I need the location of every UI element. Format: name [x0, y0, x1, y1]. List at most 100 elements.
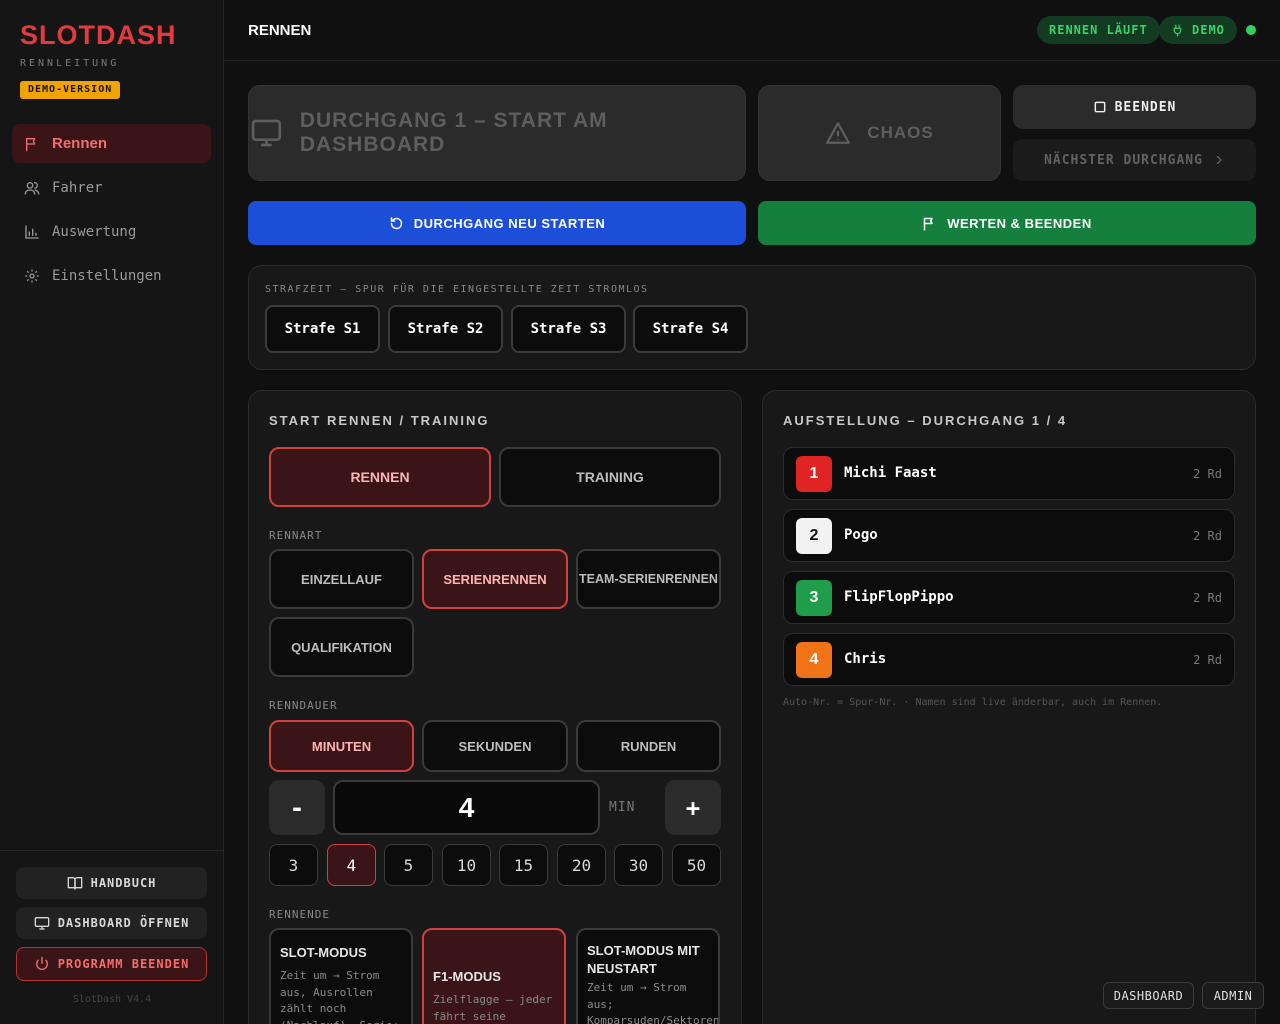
chaos-button[interactable]: CHAOS	[758, 85, 1001, 181]
power-icon	[35, 956, 48, 970]
open-dashboard-label: DASHBOARD ÖFFNEN	[57, 916, 190, 930]
sidebar-item-label: Fahrer	[52, 179, 103, 196]
sidebar-divider	[0, 850, 224, 851]
end-mode-description: Zeit um → Strom aus, Ausrollen zählt noc…	[280, 969, 399, 1024]
lineup-row[interactable]: 3 FlipFlopPippo 2 Rd	[783, 571, 1235, 624]
driver-laps: 2 Rd	[1193, 653, 1222, 667]
topbar: RENNEN RENNEN LÄUFT DEMO	[224, 0, 1280, 61]
next-heat-button[interactable]: NÄCHSTER DURCHGANG	[1013, 139, 1256, 181]
type-race-option[interactable]: RENNEN	[269, 447, 491, 507]
race-status-label: RENNEN LÄUFT	[1049, 23, 1148, 37]
penalty-s4-button[interactable]: Strafe S4	[633, 305, 748, 353]
lineup-row[interactable]: 1 Michi Faast 2 Rd	[783, 447, 1235, 500]
open-dashboard-button[interactable]: DASHBOARD ÖFFNEN	[16, 907, 207, 939]
end-mode-slot-restart-card[interactable]: SLOT-MODUS MIT NEUSTART Zeit um → Strom …	[576, 928, 720, 1024]
brand-logo: SLOTDASH	[20, 20, 177, 50]
warning-icon	[826, 122, 851, 144]
race-kind-single-option[interactable]: EINZELLAUF	[269, 549, 414, 609]
flag-icon	[26, 137, 36, 151]
preset-button[interactable]: 30	[614, 844, 663, 886]
stop-icon	[1094, 101, 1105, 113]
duration-minutes-option[interactable]: MINUTEN	[269, 720, 414, 772]
flag-icon	[923, 217, 933, 230]
start-at-dashboard-label: DURCHGANG 1 – START AM DASHBOARD	[299, 109, 608, 156]
preset-button[interactable]: 5	[384, 844, 433, 886]
restart-icon	[390, 216, 402, 229]
lane-number-badge: 3	[796, 580, 832, 616]
race-kind-team-series-option[interactable]: TEAM-SERIENRENNEN	[576, 549, 721, 609]
penalty-s2-button[interactable]: Strafe S2	[388, 305, 503, 353]
duration-value-input[interactable]: 4	[333, 780, 600, 835]
start-at-dashboard-button[interactable]: DURCHGANG 1 – START AM DASHBOARD	[248, 85, 746, 181]
chaos-label: CHAOS	[867, 123, 934, 142]
race-status-badge: RENNEN LÄUFT	[1037, 16, 1160, 44]
driver-laps: 2 Rd	[1193, 467, 1222, 481]
driver-laps: 2 Rd	[1193, 591, 1222, 605]
lineup-title: AUFSTELLUNG – DURCHGANG 1 / 4	[783, 413, 1068, 428]
penalty-label: STRAFZEIT – SPUR FÜR DIE EINGESTELLTE ZE…	[265, 284, 649, 295]
score-and-end-button[interactable]: WERTEN & BEENDEN	[758, 201, 1256, 245]
driver-name[interactable]: Chris	[844, 651, 886, 667]
driver-name[interactable]: FlipFlopPippo	[844, 589, 954, 605]
preset-button[interactable]: 50	[672, 844, 721, 886]
sidebar-nav: Rennen Fahrer Auswertung Einstellungen	[12, 124, 211, 300]
restart-heat-button[interactable]: DURCHGANG NEU STARTEN	[248, 201, 746, 245]
demo-mode-badge: DEMO	[1159, 16, 1237, 44]
sidebar-item-label: Auswertung	[52, 223, 137, 240]
bar-chart-icon	[25, 224, 39, 239]
lane-number-badge: 2	[796, 518, 832, 554]
race-kind-series-option[interactable]: SERIENRENNEN	[422, 549, 568, 609]
end-label: BEENDEN	[1114, 99, 1177, 115]
sidebar-item-rennen[interactable]: Rennen	[12, 124, 211, 163]
plug-icon	[1173, 23, 1182, 37]
driver-name[interactable]: Michi Faast	[844, 465, 937, 481]
end-button[interactable]: BEENDEN	[1013, 85, 1256, 129]
footer-admin-button[interactable]: ADMIN	[1202, 982, 1264, 1009]
chevron-right-icon	[1216, 155, 1222, 165]
end-mode-description: Zielflagge – jeder fährt seine	[433, 993, 553, 1023]
driver-name[interactable]: Pogo	[844, 527, 878, 543]
race-kind-label: RENNART	[269, 529, 323, 542]
quit-program-button[interactable]: PROGRAMM BEENDEN	[16, 947, 207, 981]
race-kind-qualification-option[interactable]: QUALIFIKATION	[269, 617, 414, 677]
monitor-icon	[34, 917, 50, 930]
footer-dashboard-button[interactable]: DASHBOARD	[1103, 982, 1194, 1009]
end-mode-slot-card[interactable]: SLOT-MODUS Zeit um → Strom aus, Ausrolle…	[269, 928, 413, 1024]
users-icon	[24, 181, 40, 195]
book-icon	[67, 877, 82, 890]
page-title: RENNEN	[248, 22, 312, 39]
preset-button[interactable]: 3	[269, 844, 318, 886]
end-mode-description: Zeit um → Strom aus; Komparsuden/Sektore…	[587, 981, 720, 1024]
duration-laps-option[interactable]: RUNDEN	[576, 720, 721, 772]
manual-label: HANDBUCH	[90, 876, 157, 890]
type-training-option[interactable]: TRAINING	[499, 447, 721, 507]
start-panel-title: START RENNEN / TRAINING	[269, 413, 490, 428]
end-mode-f1-card[interactable]: F1-MODUS Zielflagge – jeder fährt seine	[422, 928, 566, 1024]
quit-program-label: PROGRAMM BEENDEN	[57, 957, 190, 971]
lineup-note: Auto-Nr. = Spur-Nr. · Namen sind live än…	[783, 697, 1163, 708]
lane-number-badge: 1	[796, 456, 832, 492]
sidebar-item-einstellungen[interactable]: Einstellungen	[12, 256, 211, 295]
end-mode-title: SLOT-MODUS MIT NEUSTART	[587, 943, 700, 976]
demo-mode-label: DEMO	[1192, 23, 1225, 37]
next-heat-label: NÄCHSTER DURCHGANG	[1044, 152, 1203, 168]
lineup-row[interactable]: 4 Chris 2 Rd	[783, 633, 1235, 686]
brand-subtitle: RENNLEITUNG	[20, 58, 120, 69]
penalty-s3-button[interactable]: Strafe S3	[511, 305, 626, 353]
demo-badge: DEMO-VERSION	[20, 81, 121, 99]
sidebar: SLOTDASH RENNLEITUNG DEMO-VERSION Rennen…	[0, 0, 224, 1024]
preset-button[interactable]: 15	[499, 844, 548, 886]
lineup-row[interactable]: 2 Pogo 2 Rd	[783, 509, 1235, 562]
duration-decrement-button[interactable]: -	[269, 780, 325, 835]
sidebar-item-fahrer[interactable]: Fahrer	[12, 168, 211, 207]
manual-button[interactable]: HANDBUCH	[16, 867, 207, 899]
sidebar-item-auswertung[interactable]: Auswertung	[12, 212, 211, 251]
preset-button[interactable]: 20	[557, 844, 606, 886]
end-mode-title: F1-MODUS	[433, 969, 501, 984]
sidebar-item-label: Rennen	[52, 135, 108, 152]
penalty-s1-button[interactable]: Strafe S1	[265, 305, 380, 353]
duration-increment-button[interactable]: +	[665, 780, 721, 835]
duration-seconds-option[interactable]: SEKUNDEN	[422, 720, 568, 772]
preset-button[interactable]: 4	[327, 844, 376, 886]
preset-button[interactable]: 10	[442, 844, 491, 886]
